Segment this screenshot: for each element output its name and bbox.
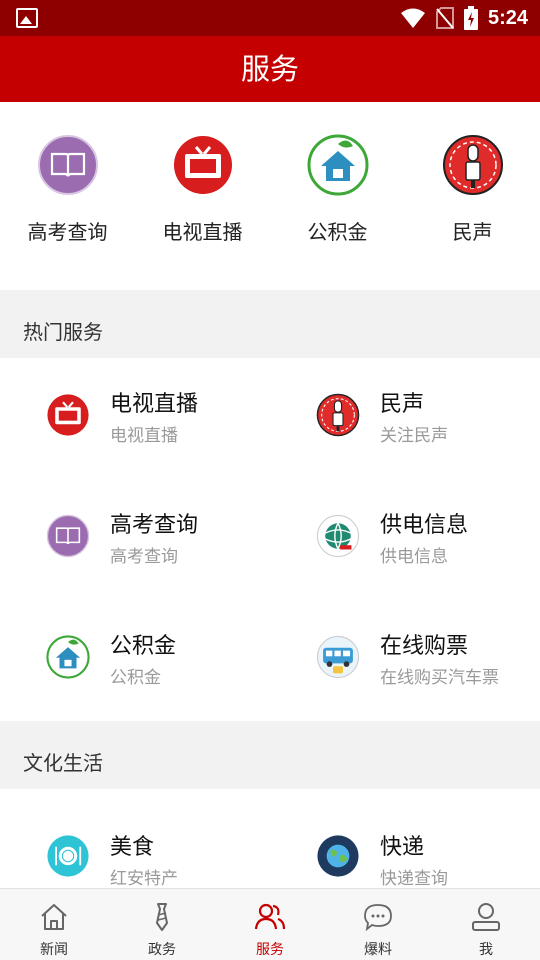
quick-item-gaokao[interactable]: 高考查询: [0, 134, 135, 245]
quick-item-label: 高考查询: [27, 220, 108, 244]
battery-charging-icon: [463, 6, 478, 30]
bus-icon: [316, 635, 360, 679]
quick-item-label: 公积金: [307, 220, 368, 244]
home-icon: [41, 904, 67, 930]
service-item-tv[interactable]: 电视直播 电视直播: [0, 358, 270, 478]
hot-services-grid: 电视直播 电视直播 民声 关注民声 高考查询 高考查询 供电信息 供电信息 公积…: [0, 358, 540, 721]
tab-label: 政务: [148, 942, 176, 958]
tab-label: 新闻: [40, 942, 68, 958]
quick-item-label: 电视直播: [162, 220, 243, 244]
tab-government[interactable]: 政务: [108, 889, 216, 960]
page-title: 服务: [240, 52, 299, 86]
people-icon: [254, 903, 286, 930]
service-name: 美食: [110, 835, 155, 860]
microphone-icon: [316, 393, 360, 437]
tab-services[interactable]: 服务: [216, 889, 324, 960]
person-icon: [472, 903, 500, 931]
section-title-hot: 热门服务: [0, 290, 540, 358]
app-bar: 服务: [0, 36, 540, 102]
no-sim-icon: [435, 7, 454, 29]
section-title-culture: 文化生活: [0, 721, 540, 789]
service-name: 电视直播: [110, 392, 199, 417]
tie-icon: [156, 903, 168, 931]
service-item-power[interactable]: 供电信息 供电信息: [270, 479, 540, 599]
culture-life-grid: 美食 红安特产 快递 快递查询: [0, 789, 540, 888]
tab-label: 我: [479, 942, 493, 958]
service-subtitle: 快递查询: [380, 869, 448, 888]
quick-item-tv[interactable]: 电视直播: [135, 134, 270, 245]
book-icon: [46, 514, 90, 558]
image-notification-icon: [16, 8, 38, 28]
service-subtitle: 在线购买汽车票: [380, 668, 499, 688]
house-leaf-icon: [307, 134, 368, 196]
quick-item-voice[interactable]: 民声: [405, 134, 540, 245]
service-item-voice[interactable]: 民声 关注民声: [270, 358, 540, 478]
globe-icon: [317, 835, 359, 877]
service-name: 公积金: [110, 634, 177, 659]
service-subtitle: 高考查询: [110, 547, 178, 567]
quick-item-label: 民声: [452, 220, 493, 244]
plate-icon: [47, 835, 89, 877]
quick-services: 高考查询 电视直播 公积金 民声: [0, 102, 540, 290]
service-subtitle: 公积金: [110, 668, 161, 688]
service-subtitle: 红安特产: [110, 869, 178, 888]
service-name: 高考查询: [110, 513, 199, 538]
tab-tipoff[interactable]: 爆料: [324, 889, 432, 960]
status-time: 5:24: [487, 6, 528, 29]
tab-me[interactable]: 我: [432, 889, 540, 960]
status-bar: 5:24: [0, 0, 540, 36]
service-subtitle: 电视直播: [110, 426, 178, 446]
chat-bubble-icon: [364, 904, 392, 932]
service-name: 供电信息: [380, 513, 469, 538]
service-subtitle: 关注民声: [380, 426, 448, 446]
microphone-icon: [442, 135, 503, 195]
service-name: 快递: [380, 835, 425, 860]
tv-icon: [47, 394, 89, 436]
service-item-gaokao[interactable]: 高考查询 高考查询: [0, 479, 270, 599]
wifi-icon: [400, 8, 425, 28]
tab-label: 爆料: [364, 942, 392, 958]
service-item-ticket[interactable]: 在线购票 在线购买汽车票: [270, 600, 540, 720]
bottom-tab-bar: 新闻 政务 服务 爆料 我: [0, 888, 540, 960]
tab-label: 服务: [256, 942, 284, 958]
service-name: 民声: [380, 392, 425, 417]
service-item-fund[interactable]: 公积金 公积金: [0, 600, 270, 720]
service-item-food[interactable]: 美食 红安特产: [0, 789, 270, 888]
tab-news[interactable]: 新闻: [0, 889, 108, 960]
service-name: 在线购票: [380, 634, 469, 659]
service-subtitle: 供电信息: [380, 547, 448, 567]
quick-item-fund[interactable]: 公积金: [270, 134, 405, 245]
service-item-express[interactable]: 快递 快递查询: [270, 789, 540, 888]
power-grid-globe-icon: [316, 514, 360, 558]
tv-icon: [173, 136, 232, 194]
house-leaf-icon: [46, 635, 90, 679]
book-icon: [37, 135, 98, 195]
